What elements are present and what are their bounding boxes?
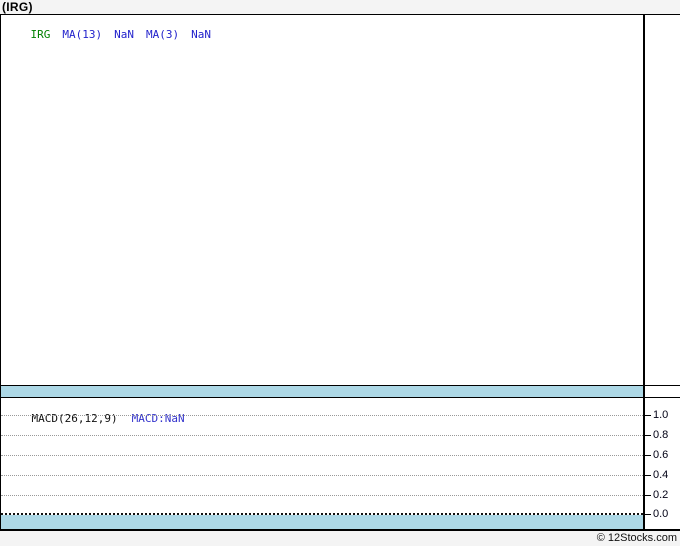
chart-bottom-border [0,529,680,531]
macd-value-label: MACD:NaN [131,412,185,425]
axis-tick [645,455,651,456]
y-axis-label: 0.2 [653,489,669,501]
y-axis-label: 0.6 [653,449,669,461]
chart-title: (IRG) [2,0,33,14]
watermark-credit: © 12Stocks.com [596,532,677,544]
chart-top-border [0,14,680,15]
stock-chart-widget: (IRG) IRG MA(13) NaN MA(3) NaN MACD(26,12,9)… [0,0,680,546]
grid-line-0-2 [1,495,643,496]
y-axis-line [643,14,645,531]
legend-symbol-irg: IRG [30,28,51,41]
lower-axis-band [0,515,643,529]
macd-indicator-label: MACD(26,12,9) [31,412,118,425]
axis-tick [645,415,651,416]
legend-ma13-label: MA(13) [62,28,103,41]
grid-line-0-6 [1,455,643,456]
grid-line-1-0 [1,415,643,416]
macd-panel-top-border [0,397,680,398]
upper-axis-band [0,386,643,397]
legend-ma13-value: NaN [114,28,134,41]
axis-tick [645,514,651,515]
price-legend: IRG MA(13) NaN MA(3) NaN [4,17,223,41]
plot-background [1,15,680,529]
axis-tick [645,495,651,496]
axis-tick [645,475,651,476]
legend-ma3-value: NaN [191,28,211,41]
y-axis-label: 0.0 [653,508,669,520]
grid-line-0-4 [1,475,643,476]
grid-line-0-8 [1,435,643,436]
macd-legend: MACD(26,12,9) MACD:NaN [5,401,185,425]
y-axis-label: 1.0 [653,409,669,421]
y-axis-label: 0.4 [653,469,669,481]
chart-left-border [0,14,1,531]
legend-ma3-label: MA(3) [146,28,180,41]
y-axis-label: 0.8 [653,429,669,441]
axis-tick [645,435,651,436]
